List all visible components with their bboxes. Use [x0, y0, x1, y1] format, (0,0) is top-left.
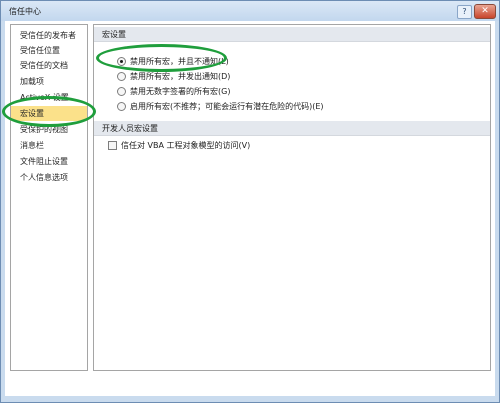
option-label: 禁用所有宏，并且不通知(L) [130, 57, 229, 66]
option-label: 启用所有宏(不推荐；可能会运行有潜在危险的代码)(E) [130, 102, 324, 111]
sidebar-item-label: 个人信息选项 [20, 173, 68, 182]
dialog-content: 受信任的发布者 受信任位置 受信任的文档 加载项 ActiveX 设置 宏设置 … [5, 21, 495, 396]
sidebar-item-trusted-publishers[interactable]: 受信任的发布者 [11, 28, 87, 43]
developer-macro-settings-header: 开发人员宏设置 [94, 121, 490, 136]
sidebar-item-add-ins[interactable]: 加载项 [11, 74, 87, 89]
sidebar-item-trusted-locations[interactable]: 受信任位置 [11, 43, 87, 58]
sidebar-item-file-block-settings[interactable]: 文件阻止设置 [11, 154, 87, 169]
question-icon: ? [462, 7, 467, 16]
sidebar: 受信任的发布者 受信任位置 受信任的文档 加载项 ActiveX 设置 宏设置 … [10, 24, 88, 371]
checkbox-icon[interactable] [108, 141, 117, 150]
radio-icon[interactable] [117, 72, 126, 81]
dialog-footer [5, 373, 495, 396]
close-button[interactable]: ✕ [474, 4, 496, 19]
radio-selected-icon[interactable] [117, 57, 126, 66]
sidebar-item-privacy-options[interactable]: 个人信息选项 [11, 170, 87, 185]
sidebar-item-label: 受信任的文档 [20, 61, 68, 70]
sidebar-item-message-bar[interactable]: 消息栏 [11, 138, 87, 153]
title-bar[interactable]: 信任中心 ? ✕ [1, 1, 499, 21]
option-label: 禁用所有宏，并发出通知(D) [130, 72, 231, 81]
settings-pane: 宏设置 禁用所有宏，并且不通知(L) 禁用所有宏，并发出通知(D) 禁用无数字签… [93, 24, 491, 371]
sidebar-item-trusted-documents[interactable]: 受信任的文档 [11, 58, 87, 73]
sidebar-item-protected-view[interactable]: 受保护的视图 [11, 122, 87, 137]
help-button[interactable]: ? [457, 5, 472, 19]
sidebar-item-label: 受保护的视图 [20, 125, 68, 134]
radio-icon[interactable] [117, 102, 126, 111]
sidebar-item-label: 文件阻止设置 [20, 157, 68, 166]
trust-center-dialog: 信任中心 ? ✕ 受信任的发布者 受信任位置 受信任的文档 加载项 Active… [0, 0, 500, 403]
sidebar-item-label: ActiveX 设置 [20, 93, 69, 102]
checkbox-label: 信任对 VBA 工程对象模型的访问(V) [121, 141, 251, 150]
sidebar-item-activex-settings[interactable]: ActiveX 设置 [11, 90, 87, 105]
sidebar-item-label: 宏设置 [20, 109, 44, 118]
option-label: 禁用无数字签署的所有宏(G) [130, 87, 231, 96]
close-icon: ✕ [481, 6, 489, 16]
window-title: 信任中心 [9, 7, 41, 16]
sidebar-item-label: 加载项 [20, 77, 44, 86]
sidebar-item-label: 消息栏 [20, 141, 44, 150]
macro-settings-header: 宏设置 [94, 27, 490, 42]
radio-dot [120, 60, 123, 63]
sidebar-item-label: 受信任位置 [20, 46, 60, 55]
sidebar-item-label: 受信任的发布者 [20, 31, 76, 40]
radio-icon[interactable] [117, 87, 126, 96]
sidebar-item-macro-settings[interactable]: 宏设置 [11, 106, 87, 121]
